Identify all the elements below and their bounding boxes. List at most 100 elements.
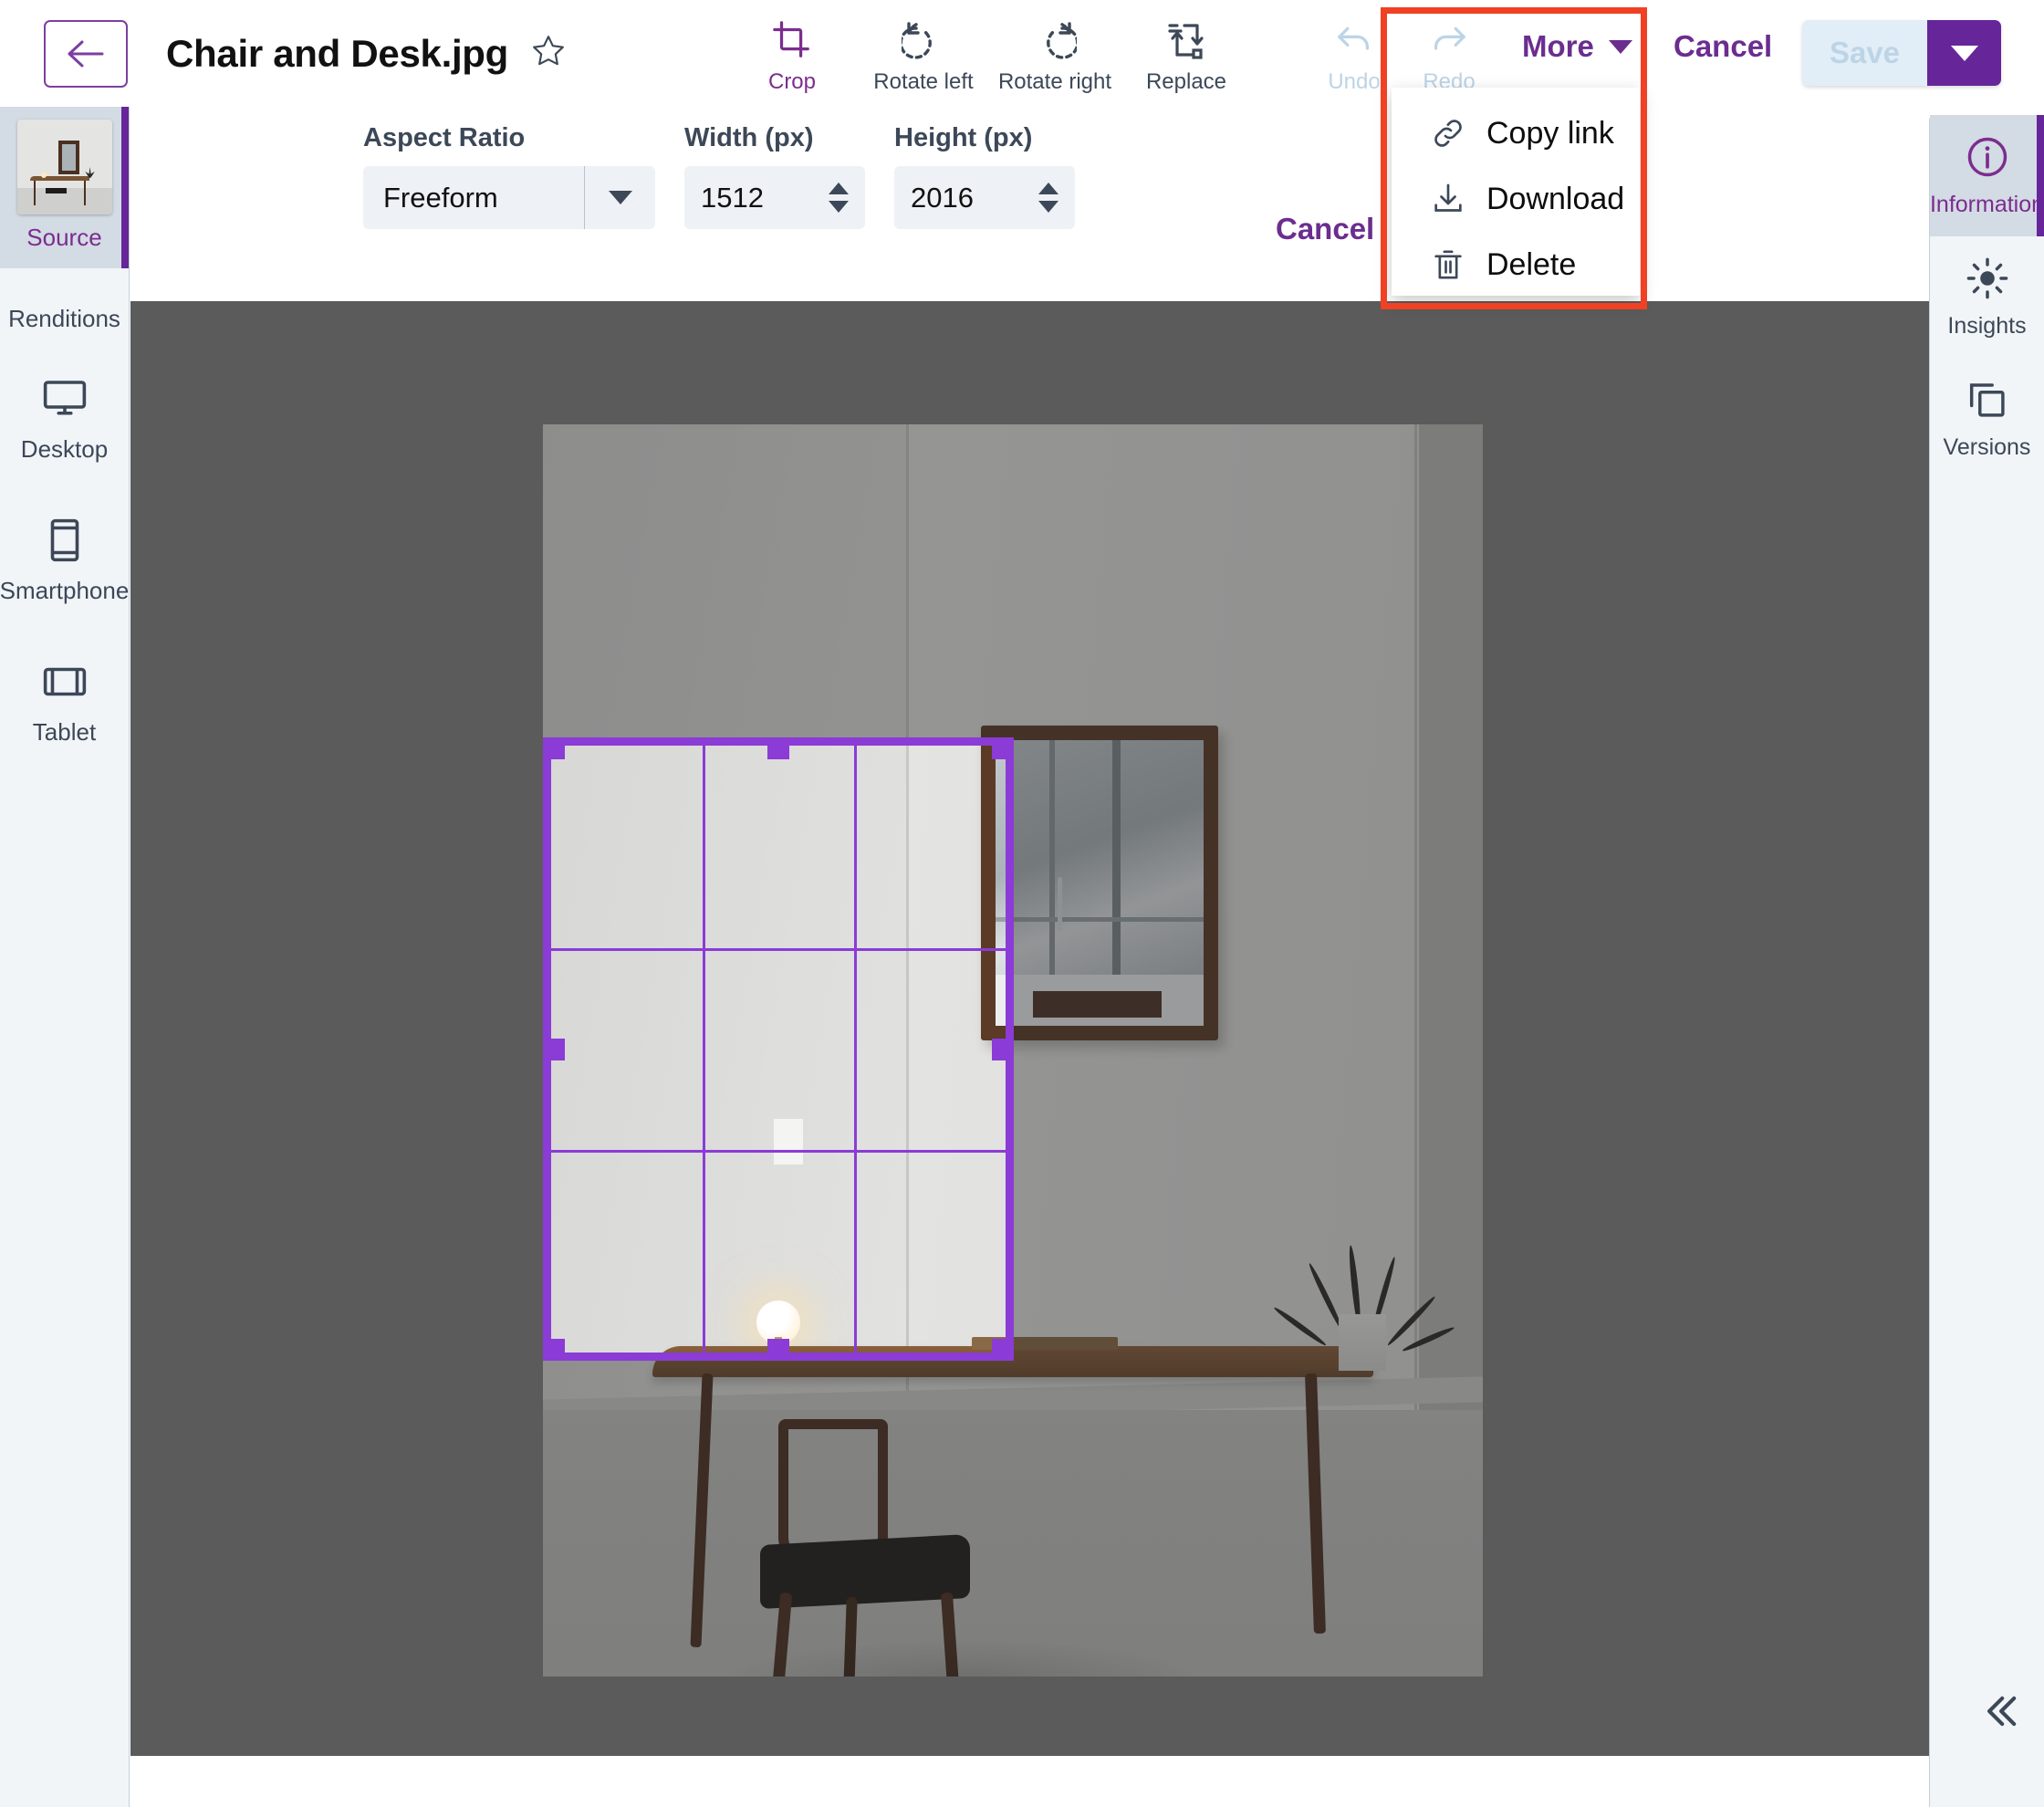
rotate-left-icon: [902, 16, 945, 64]
image-canvas[interactable]: [130, 301, 1929, 1756]
sidebar-item-insights[interactable]: Insights: [1930, 236, 2044, 358]
source-thumbnail: [16, 120, 112, 214]
left-sidebar: Source Renditions Desktop Smartphone Tab…: [0, 107, 130, 1807]
trash-icon: [1430, 246, 1481, 283]
cancel-button[interactable]: Cancel: [1674, 29, 1772, 64]
replace-tool-label: Replace: [1145, 69, 1227, 94]
download-icon: [1430, 181, 1481, 217]
rotate-right-tool-button[interactable]: Rotate right: [989, 7, 1121, 95]
redo-icon: [1429, 16, 1469, 64]
height-stepper[interactable]: [1038, 183, 1058, 213]
menu-item-copy-link[interactable]: Copy link: [1392, 100, 1640, 166]
caret-down-icon: [1608, 39, 1632, 54]
rotate-left-tool-button[interactable]: Rotate left: [858, 7, 989, 95]
crop-selection-rectangle[interactable]: [543, 737, 1014, 1361]
aspect-ratio-field: Aspect Ratio Freeform: [363, 123, 655, 229]
caret-down-icon: [608, 191, 632, 204]
more-menu-button[interactable]: More: [1522, 29, 1632, 64]
crop-handle-bottom-center[interactable]: [767, 1339, 789, 1361]
history-tools-group: Undo Redo: [1307, 7, 1496, 95]
collapse-panel-button[interactable]: [1976, 1687, 2024, 1739]
sidebar-item-smartphone-label: Smartphone: [0, 577, 130, 604]
menu-item-label: Copy link: [1486, 115, 1614, 151]
width-input[interactable]: 1512: [684, 166, 865, 229]
width-label: Width (px): [684, 123, 814, 152]
sidebar-item-versions[interactable]: Versions: [1930, 358, 2044, 479]
stepper-down-icon[interactable]: [829, 201, 849, 213]
replace-tool-button[interactable]: Replace: [1121, 7, 1252, 95]
sidebar-item-source-label: Source: [26, 224, 102, 251]
stepper-up-icon[interactable]: [1038, 183, 1058, 194]
stepper-down-icon[interactable]: [1038, 201, 1058, 213]
tablet-icon: [40, 654, 89, 709]
link-icon: [1430, 115, 1481, 151]
favorite-star-button[interactable]: [530, 33, 567, 74]
sidebar-item-smartphone[interactable]: Smartphone: [0, 500, 129, 621]
file-name-title: Chair and Desk.jpg: [166, 31, 509, 75]
menu-item-label: Download: [1486, 181, 1625, 216]
aspect-ratio-select[interactable]: Freeform: [363, 166, 655, 229]
sun-icon: [1964, 253, 2011, 304]
menu-item-label: Delete: [1486, 246, 1577, 282]
redo-button[interactable]: Redo: [1402, 7, 1496, 95]
crop-handle-top-right[interactable]: [992, 737, 1014, 759]
height-input[interactable]: 2016: [894, 166, 1075, 229]
more-dropdown-menu: Copy link Download Delete: [1392, 88, 1640, 296]
crop-gridline: [551, 947, 1006, 951]
renditions-section-label: Renditions: [8, 305, 120, 332]
more-label: More: [1522, 29, 1594, 63]
crop-handle-top-left[interactable]: [543, 737, 565, 759]
stepper-up-icon[interactable]: [829, 183, 849, 194]
sidebar-item-information[interactable]: Information: [1930, 115, 2044, 236]
crop-icon: [771, 16, 813, 64]
sidebar-item-versions-label: Versions: [1943, 434, 2031, 460]
save-button[interactable]: Save: [1802, 20, 1927, 86]
copy-layers-icon: [1964, 374, 2011, 425]
edit-tools-group: Crop Rotate left Rotate right Replace: [726, 7, 1252, 95]
back-button[interactable]: [44, 19, 128, 88]
crop-tool-button[interactable]: Crop: [726, 7, 858, 95]
width-value: 1512: [701, 181, 764, 214]
aspect-ratio-caret-button[interactable]: [584, 166, 655, 229]
aspect-ratio-value: Freeform: [383, 181, 498, 214]
crop-options-bar: Aspect Ratio Freeform Width (px) 1512 He…: [130, 107, 2044, 301]
rotate-left-tool-label: Rotate left: [873, 69, 974, 94]
chevron-double-left-icon: [1976, 1696, 2024, 1739]
crop-gridline: [551, 1150, 1006, 1154]
sidebar-item-source[interactable]: Source: [0, 107, 129, 268]
sidebar-item-tablet-label: Tablet: [32, 718, 97, 746]
crop-handle-bottom-left[interactable]: [543, 1339, 565, 1361]
width-field: Width (px) 1512: [684, 123, 865, 229]
width-stepper[interactable]: [829, 183, 849, 213]
star-outline-icon: [530, 33, 567, 74]
sidebar-item-desktop[interactable]: Desktop: [0, 359, 129, 480]
sidebar-item-desktop-label: Desktop: [20, 435, 109, 463]
crop-tool-label: Crop: [767, 69, 817, 94]
undo-icon: [1334, 16, 1374, 64]
crop-handle-bottom-right[interactable]: [992, 1339, 1014, 1361]
height-value: 2016: [911, 181, 974, 214]
mirror-object: [981, 726, 1218, 1040]
replace-icon: [1164, 16, 1208, 64]
crop-handle-middle-left[interactable]: [543, 1038, 565, 1060]
undo-button[interactable]: Undo: [1307, 7, 1402, 95]
monitor-icon: [40, 371, 89, 426]
crop-handle-top-center[interactable]: [767, 737, 789, 759]
smartphone-icon: [40, 513, 89, 568]
menu-item-download[interactable]: Download: [1392, 166, 1640, 232]
menu-item-delete[interactable]: Delete: [1392, 232, 1640, 298]
arrow-left-icon: [66, 38, 106, 69]
crop-cancel-button[interactable]: Cancel: [1276, 212, 1374, 246]
height-label: Height (px): [894, 123, 1033, 152]
height-field: Height (px) 2016: [894, 123, 1075, 229]
aspect-ratio-label: Aspect Ratio: [363, 123, 526, 152]
sidebar-item-insights-label: Insights: [1947, 313, 2027, 339]
crop-gridline: [853, 746, 857, 1353]
caret-down-white-icon: [1950, 45, 1978, 61]
right-sidebar: Information Insights Versions: [1929, 115, 2044, 1807]
crop-handle-middle-right[interactable]: [992, 1038, 1014, 1060]
save-button-group: Save: [1802, 20, 2001, 86]
save-options-button[interactable]: [1927, 20, 2001, 86]
sidebar-item-tablet[interactable]: Tablet: [0, 642, 129, 763]
rotate-right-tool-label: Rotate right: [997, 69, 1112, 94]
